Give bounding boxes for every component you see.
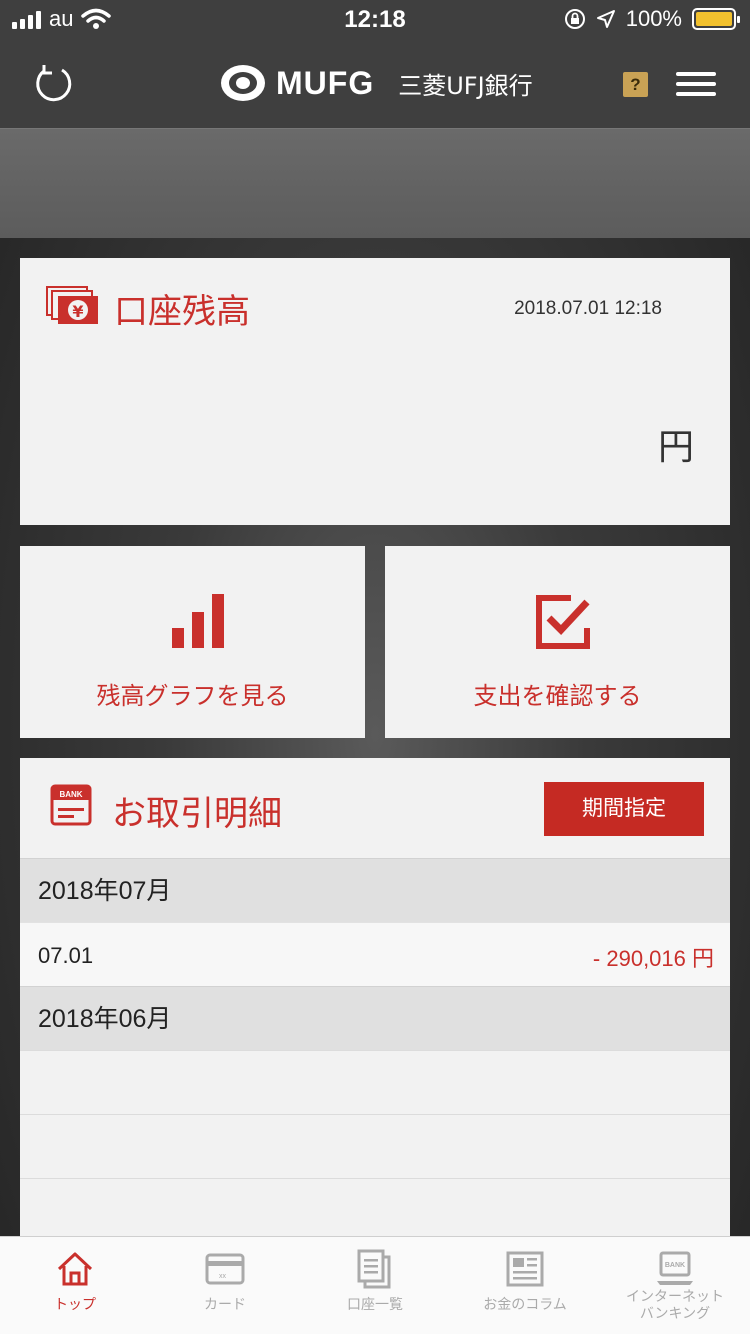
mufg-logo: MUFG 三菱UFJ銀行 [220,64,533,102]
hamburger-menu-icon[interactable] [676,72,716,98]
tab-internet-banking[interactable]: BANK インターネット バンキング [600,1237,750,1334]
tab-label: お金のコラム [483,1297,567,1313]
balance-title: 口座残高 [114,292,250,332]
balance-card[interactable]: ¥ 口座残高 2018.07.01 12:18 円 [20,258,730,525]
mufg-logo-mark-icon [221,65,265,101]
location-icon [596,10,615,28]
orientation-lock-icon [564,9,585,29]
transaction-row[interactable]: 07.01 - 290,016 円 [20,922,730,986]
transactions-card: BANK お取引明細 期間指定 2018年07月 07.01 - 290,016… [20,758,730,1238]
month-header: 2018年06月 [20,986,730,1050]
money-icon: ¥ [46,286,98,324]
balance-graph-button[interactable]: 残高グラフを見る [20,546,365,738]
tab-label: 口座一覧 [347,1297,403,1313]
status-right: 100% [564,6,740,32]
svg-text:¥: ¥ [72,302,83,321]
balance-graph-label: 残高グラフを見る [96,682,289,710]
month-header: 2018年07月 [20,858,730,922]
bank-book-icon: BANK [50,784,92,826]
refresh-icon[interactable] [32,62,76,106]
help-button[interactable]: ? [623,72,648,97]
tab-label: インターネット バンキング [626,1289,724,1322]
check-expenses-button[interactable]: 支出を確認する [385,546,730,738]
tab-label: トップ [54,1297,96,1313]
empty-row [20,1114,730,1178]
bar-chart-icon [172,594,224,648]
period-select-button[interactable]: 期間指定 [544,782,704,836]
empty-row [20,1178,730,1238]
check-expenses-label: 支出を確認する [473,682,642,710]
empty-row [20,1050,730,1114]
brand-text: MUFG [276,64,375,101]
balance-unit: 円 [657,427,694,468]
banner-area [0,128,750,238]
tab-column[interactable]: お金のコラム [450,1237,600,1334]
status-bar: au 12:18 100% [0,0,750,40]
tab-accounts[interactable]: 口座一覧 [300,1237,450,1334]
tab-bar: トップ xx カード 口座一覧 お金のコラム BANK インターネット バンキン… [0,1236,750,1334]
battery-percent: 100% [625,6,682,31]
balance-date: 2018.07.01 12:18 [514,298,662,319]
bank-name: 三菱UFJ銀行 [398,71,533,100]
transactions-title: お取引明細 [112,794,282,834]
tab-label: カード [204,1297,246,1313]
svg-text:xx: xx [219,1273,227,1280]
transaction-amount: - 290,016 円 [592,946,714,971]
transaction-date: 07.01 [38,943,94,968]
bank-laptop-icon: BANK [657,1251,693,1285]
battery-icon [692,8,740,30]
document-stack-icon [357,1249,391,1289]
home-icon [57,1252,93,1286]
checkbox-icon [536,595,590,649]
card-icon: xx [205,1253,245,1285]
tab-card[interactable]: xx カード [150,1237,300,1334]
svg-text:BANK: BANK [59,790,82,799]
nav-bar: MUFG 三菱UFJ銀行 ? [0,40,750,128]
newspaper-icon [506,1251,544,1287]
tab-top[interactable]: トップ [0,1237,150,1334]
svg-text:BANK: BANK [665,1262,685,1269]
